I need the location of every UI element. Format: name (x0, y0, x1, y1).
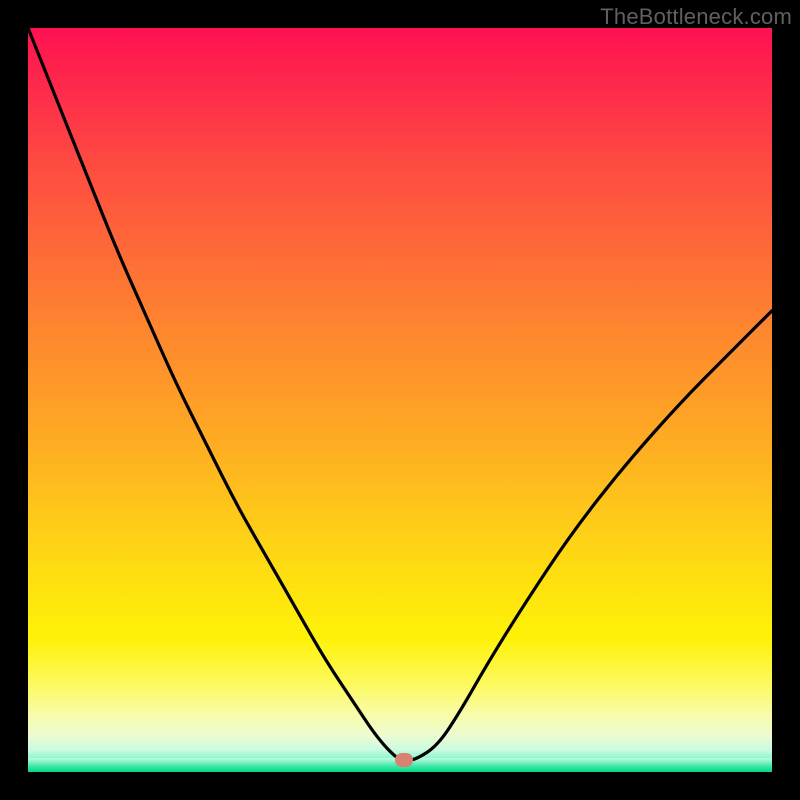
plot-area (28, 28, 772, 772)
watermark-text: TheBottleneck.com (600, 4, 792, 30)
bottleneck-curve (28, 28, 772, 772)
optimal-point-marker (395, 753, 413, 767)
chart-frame: TheBottleneck.com (0, 0, 800, 800)
